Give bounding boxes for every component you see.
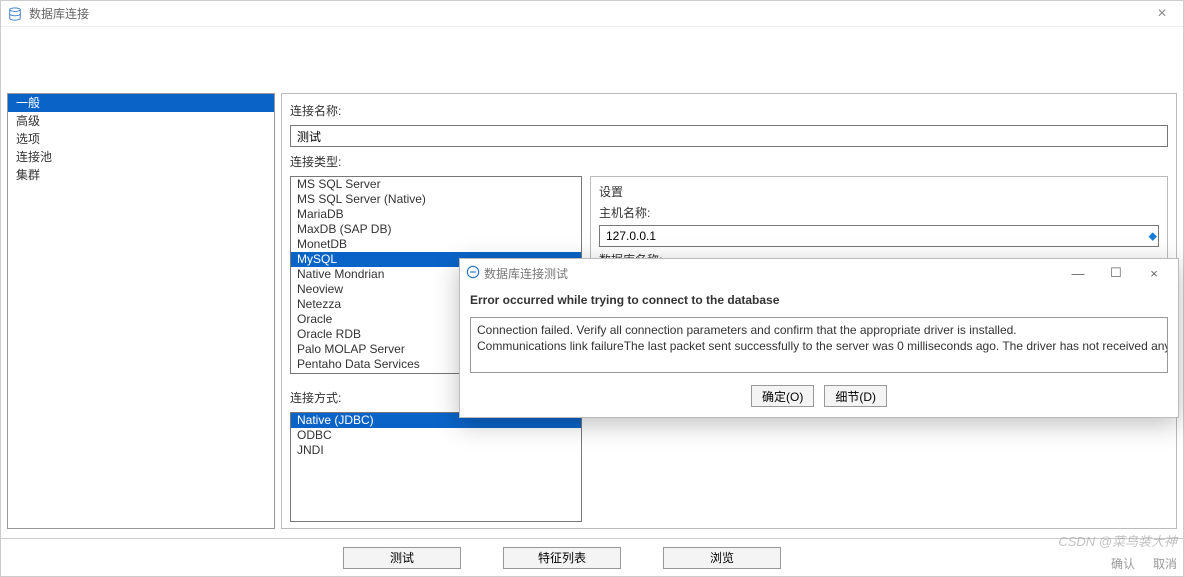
dialog-close-icon[interactable]: ×: [1136, 262, 1172, 284]
connection-type-option[interactable]: MS SQL Server: [291, 177, 581, 192]
variable-icon[interactable]: ◆: [1149, 230, 1157, 243]
database-icon: [7, 6, 23, 22]
connection-type-option[interactable]: MariaDB: [291, 207, 581, 222]
sidebar-item[interactable]: 一般: [8, 94, 274, 112]
cancel-link[interactable]: 取消: [1153, 555, 1177, 572]
confirm-link[interactable]: 确认: [1111, 555, 1135, 572]
maximize-icon[interactable]: ☐: [1098, 262, 1134, 284]
connection-type-option[interactable]: MS SQL Server (Native): [291, 192, 581, 207]
conn-name-label: 连接名称:: [290, 102, 1168, 119]
connection-method-option[interactable]: ODBC: [291, 428, 581, 443]
footer-actions: 确认 取消: [1111, 555, 1177, 572]
connection-type-option[interactable]: MaxDB (SAP DB): [291, 222, 581, 237]
host-label: 主机名称:: [599, 204, 1159, 221]
category-sidebar[interactable]: 一般高级选项连接池集群: [7, 93, 275, 529]
host-input[interactable]: [599, 225, 1159, 247]
error-line: Connection failed. Verify all connection…: [477, 322, 1161, 338]
settings-title: 设置: [599, 183, 1159, 200]
sidebar-item[interactable]: 高级: [8, 112, 274, 130]
close-icon[interactable]: ×: [1147, 5, 1177, 23]
sidebar-item[interactable]: 集群: [8, 166, 274, 184]
browse-button[interactable]: 浏览: [663, 547, 781, 569]
titlebar: 数据库连接 ×: [1, 1, 1183, 27]
conn-type-label: 连接类型:: [290, 153, 1168, 170]
test-button[interactable]: 测试: [343, 547, 461, 569]
dialog-ok-button[interactable]: 确定(O): [751, 385, 814, 407]
error-heading: Error occurred while trying to connect t…: [470, 293, 1168, 307]
connection-test-dialog: 数据库连接测试 — ☐ × Error occurred while tryin…: [459, 258, 1179, 418]
window-title: 数据库连接: [29, 5, 89, 22]
minimize-icon[interactable]: —: [1060, 262, 1096, 284]
sidebar-item[interactable]: 连接池: [8, 148, 274, 166]
dialog-titlebar: 数据库连接测试 — ☐ ×: [460, 259, 1178, 287]
feature-list-button[interactable]: 特征列表: [503, 547, 621, 569]
error-line: Communications link failureThe last pack…: [477, 338, 1161, 354]
dialog-detail-button[interactable]: 细节(D): [824, 385, 887, 407]
connection-method-option[interactable]: JNDI: [291, 443, 581, 458]
connection-type-option[interactable]: MonetDB: [291, 237, 581, 252]
error-text-box[interactable]: Connection failed. Verify all connection…: [470, 317, 1168, 373]
dialog-title: 数据库连接测试: [484, 265, 568, 282]
connection-method-listbox[interactable]: Native (JDBC)ODBCJNDI: [290, 412, 582, 522]
dialog-body: Error occurred while trying to connect t…: [460, 287, 1178, 417]
conn-name-input[interactable]: [290, 125, 1168, 147]
bottom-bar: 测试 特征列表 浏览: [1, 538, 1183, 576]
dialog-icon: [466, 265, 480, 282]
sidebar-item[interactable]: 选项: [8, 130, 274, 148]
